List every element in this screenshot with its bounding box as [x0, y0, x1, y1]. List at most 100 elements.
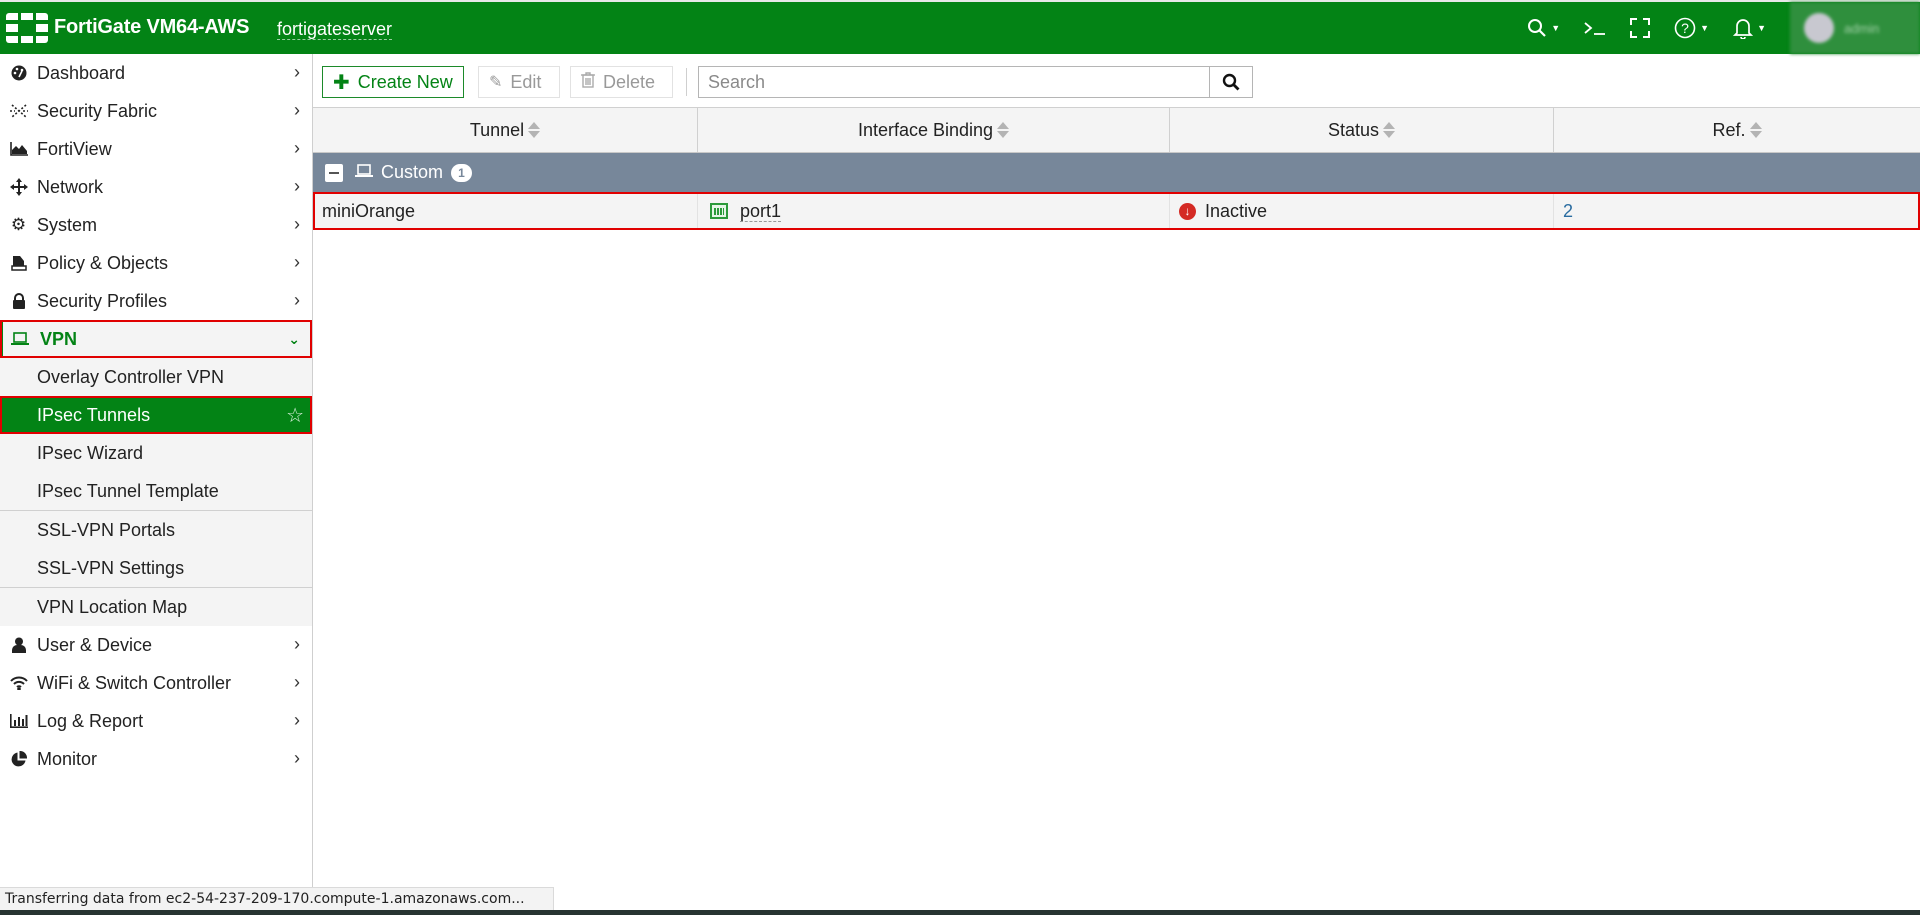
chevron-right-icon: › [294, 62, 300, 82]
sidebar-item-security-profiles[interactable]: Security Profiles › [0, 282, 312, 320]
sidebar-item-vpn[interactable]: VPN ⌄ [0, 320, 312, 358]
ref-count-link[interactable]: 2 [1563, 201, 1573, 222]
sidebar-subitem-label: IPsec Tunnel Template [37, 480, 219, 501]
policy-icon [0, 255, 28, 271]
sidebar-item-system[interactable]: ⚙ System › [0, 206, 312, 244]
plus-icon: ✚ [333, 71, 350, 94]
sidebar-item-log-report[interactable]: Log & Report › [0, 702, 312, 740]
sort-icon [1749, 122, 1762, 138]
create-new-button[interactable]: ✚ Create New [322, 66, 464, 98]
column-label: Interface Binding [857, 119, 994, 140]
sort-icon [1383, 122, 1396, 138]
hostname-link[interactable]: fortigateserver [277, 19, 393, 40]
sidebar-item-dashboard[interactable]: Dashboard › [0, 54, 312, 92]
sidebar-subitem-label: SSL-VPN Portals [37, 519, 176, 540]
sidebar-subitem-ipsec-tunnels[interactable]: IPsec Tunnels ☆ [0, 396, 312, 434]
search-menu-button[interactable]: ▼ [1527, 18, 1560, 38]
group-label: Custom [381, 162, 444, 182]
sidebar-item-wifi-switch-controller[interactable]: WiFi & Switch Controller › [0, 664, 312, 702]
sidebar-item-monitor[interactable]: Monitor › [0, 740, 312, 778]
sidebar-subitem-label: VPN Location Map [37, 596, 188, 617]
column-header-interface-binding[interactable]: Interface Binding [698, 108, 1170, 152]
search-field[interactable] [698, 66, 1210, 98]
chevron-right-icon: › [294, 748, 300, 768]
pie-chart-icon [0, 750, 28, 768]
cell-ref: 2 [1554, 192, 1920, 230]
sidebar-item-label: FortiView [37, 138, 112, 159]
cli-console-icon [1584, 22, 1606, 35]
user-menu-button[interactable]: admin [1790, 2, 1920, 54]
sidebar-item-label: Log & Report [37, 710, 144, 731]
sidebar-subitem-label: SSL-VPN Settings [37, 557, 185, 578]
column-header-tunnel[interactable]: Tunnel [313, 108, 698, 152]
sidebar-subitem-overlay-controller-vpn[interactable]: Overlay Controller VPN [0, 358, 312, 396]
cell-interface-binding: port1 [698, 192, 1170, 230]
sidebar-subitem-label: Overlay Controller VPN [37, 366, 225, 387]
column-label: Ref. [1712, 119, 1746, 140]
column-label: Tunnel [469, 119, 525, 140]
delete-button[interactable]: Delete [570, 66, 673, 98]
sidebar-item-label: System [37, 214, 98, 235]
cli-console-button[interactable] [1584, 20, 1606, 36]
laptop-icon [3, 332, 31, 346]
sidebar-item-label: WiFi & Switch Controller [37, 672, 232, 693]
caret-down-icon: ▼ [1757, 23, 1766, 33]
ipsec-tunnels-table: Tunnel Interface Binding Status Ref. Cus… [313, 108, 1920, 230]
sidebar-item-label: Policy & Objects [37, 252, 169, 273]
chevron-right-icon: › [294, 252, 300, 272]
user-icon [0, 637, 28, 653]
taskbar-edge [0, 910, 1920, 915]
fullscreen-icon [1630, 18, 1651, 38]
interface-link[interactable]: port1 [740, 201, 782, 222]
sidebar-item-label: Monitor [37, 748, 98, 769]
notifications-button[interactable]: ▼ [1733, 17, 1766, 39]
collapse-icon[interactable] [325, 163, 343, 182]
status-text: Inactive [1205, 200, 1268, 221]
sidebar-item-label: Network [37, 176, 104, 197]
lock-icon [0, 293, 28, 309]
pencil-icon: ✎ [489, 74, 503, 91]
favorite-star-icon[interactable]: ☆ [286, 403, 304, 428]
sidebar-subitem-ssl-vpn-portals[interactable]: SSL-VPN Portals [0, 511, 312, 549]
bar-chart-icon [0, 714, 28, 728]
header-actions: ▼ ? ▼ ▼ admin [1527, 2, 1920, 54]
browser-status-bar: Transferring data from ec2-54-237-209-17… [0, 887, 554, 910]
create-new-label: Create New [357, 71, 453, 92]
network-icon [0, 178, 28, 196]
trash-icon [581, 71, 595, 93]
sidebar-item-label: Dashboard [37, 62, 126, 83]
top-header: FortiGate VM64-AWS fortigateserver ▼ ? ▼… [0, 0, 1920, 54]
fortiview-icon [0, 142, 28, 156]
sidebar-item-security-fabric[interactable]: Security Fabric › [0, 92, 312, 130]
search-button[interactable] [1210, 66, 1253, 98]
sidebar-item-network[interactable]: Network › [0, 168, 312, 206]
column-header-ref[interactable]: Ref. [1554, 108, 1920, 152]
sidebar-item-fortiview[interactable]: FortiView › [0, 130, 312, 168]
search-input[interactable] [699, 67, 1209, 97]
table-row[interactable]: miniOrange port1 ↓ Inactive 2 [313, 192, 1920, 230]
sidebar-item-label: VPN [40, 328, 78, 349]
fullscreen-button[interactable] [1630, 18, 1651, 38]
chevron-down-icon: ⌄ [288, 331, 300, 347]
column-header-status[interactable]: Status [1170, 108, 1554, 152]
username: admin [1844, 20, 1880, 36]
ethernet-port-icon [710, 203, 728, 219]
product-name: FortiGate VM64-AWS [54, 16, 250, 38]
sidebar-subitem-ssl-vpn-settings[interactable]: SSL-VPN Settings [0, 549, 312, 587]
fortinet-logo-icon[interactable] [6, 13, 48, 43]
sidebar-item-user-device[interactable]: User & Device › [0, 626, 312, 664]
sidebar-subitem-vpn-location-map[interactable]: VPN Location Map [0, 588, 312, 626]
column-label: Status [1327, 119, 1380, 140]
sidebar-subitem-ipsec-wizard[interactable]: IPsec Wizard [0, 434, 312, 472]
chevron-right-icon: › [294, 138, 300, 158]
sidebar-subitem-label: IPsec Tunnels [37, 404, 151, 425]
chevron-right-icon: › [294, 634, 300, 654]
edit-button[interactable]: ✎ Edit [478, 66, 560, 98]
sidebar-item-policy-objects[interactable]: Policy & Objects › [0, 244, 312, 282]
search-icon [1222, 73, 1240, 91]
group-row-custom[interactable]: Custom 1 [313, 153, 1920, 192]
sidebar-subitem-ipsec-tunnel-template[interactable]: IPsec Tunnel Template [0, 472, 312, 510]
help-menu-button[interactable]: ? ▼ [1674, 17, 1709, 39]
svg-text:?: ? [1681, 20, 1689, 36]
toolbar: ✚ Create New ✎ Edit Delete [313, 54, 1920, 108]
